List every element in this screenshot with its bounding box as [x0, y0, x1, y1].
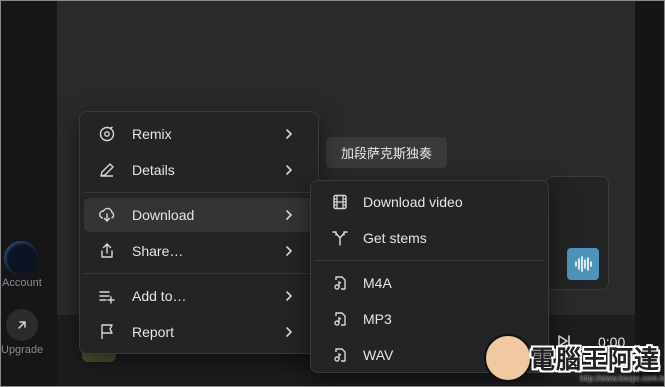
window-border	[0, 0, 665, 387]
